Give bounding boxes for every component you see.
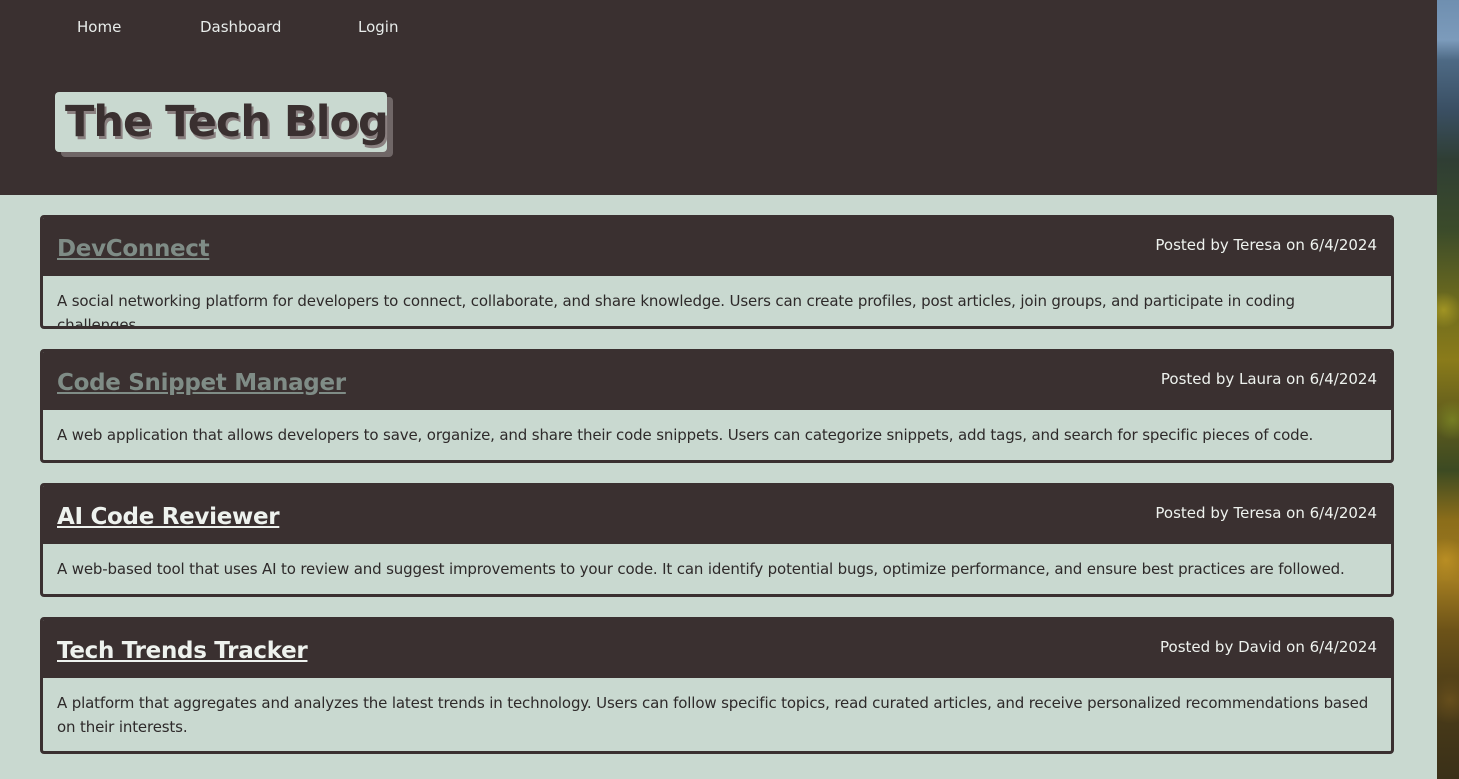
post-header: AI Code Reviewer Posted by Teresa on 6/4… (43, 486, 1391, 544)
page: Home Dashboard Login The Tech Blog DevCo… (0, 0, 1437, 779)
post-title-link[interactable]: Tech Trends Tracker (57, 620, 308, 682)
site-header: Home Dashboard Login The Tech Blog (0, 0, 1437, 195)
post-meta: Posted by Laura on 6/4/2024 (1160, 370, 1377, 388)
nav-link-dashboard[interactable]: Dashboard (200, 17, 281, 37)
site-title-block: The Tech Blog (55, 92, 393, 157)
post-body: A web application that allows developers… (57, 426, 1314, 444)
nav-link-home[interactable]: Home (77, 17, 121, 37)
post-card: AI Code Reviewer Posted by Teresa on 6/4… (40, 483, 1394, 597)
nav-link-login[interactable]: Login (358, 17, 398, 37)
site-title-box: The Tech Blog (55, 92, 389, 152)
post-body: A web-based tool that uses AI to review … (57, 560, 1345, 578)
post-header: Tech Trends Tracker Posted by David on 6… (43, 620, 1391, 678)
post-meta: Posted by Teresa on 6/4/2024 (1155, 504, 1377, 522)
post-card: Tech Trends Tracker Posted by David on 6… (40, 617, 1394, 754)
post-card: DevConnect Posted by Teresa on 6/4/2024 … (40, 215, 1394, 329)
post-header: Code Snippet Manager Posted by Laura on … (43, 352, 1391, 410)
post-body: A social networking platform for develop… (57, 292, 1295, 329)
post-body: A platform that aggregates and analyzes … (57, 694, 1369, 736)
post-header: DevConnect Posted by Teresa on 6/4/2024 (43, 218, 1391, 276)
post-title-link[interactable]: Code Snippet Manager (57, 352, 346, 414)
post-card: Code Snippet Manager Posted by Laura on … (40, 349, 1394, 463)
post-meta: Posted by David on 6/4/2024 (1160, 638, 1377, 656)
post-title-link[interactable]: DevConnect (57, 218, 210, 280)
post-title-link[interactable]: AI Code Reviewer (57, 486, 280, 548)
background-photo-edge (1437, 0, 1459, 779)
post-meta: Posted by Teresa on 6/4/2024 (1155, 236, 1377, 254)
site-title: The Tech Blog (65, 97, 389, 147)
